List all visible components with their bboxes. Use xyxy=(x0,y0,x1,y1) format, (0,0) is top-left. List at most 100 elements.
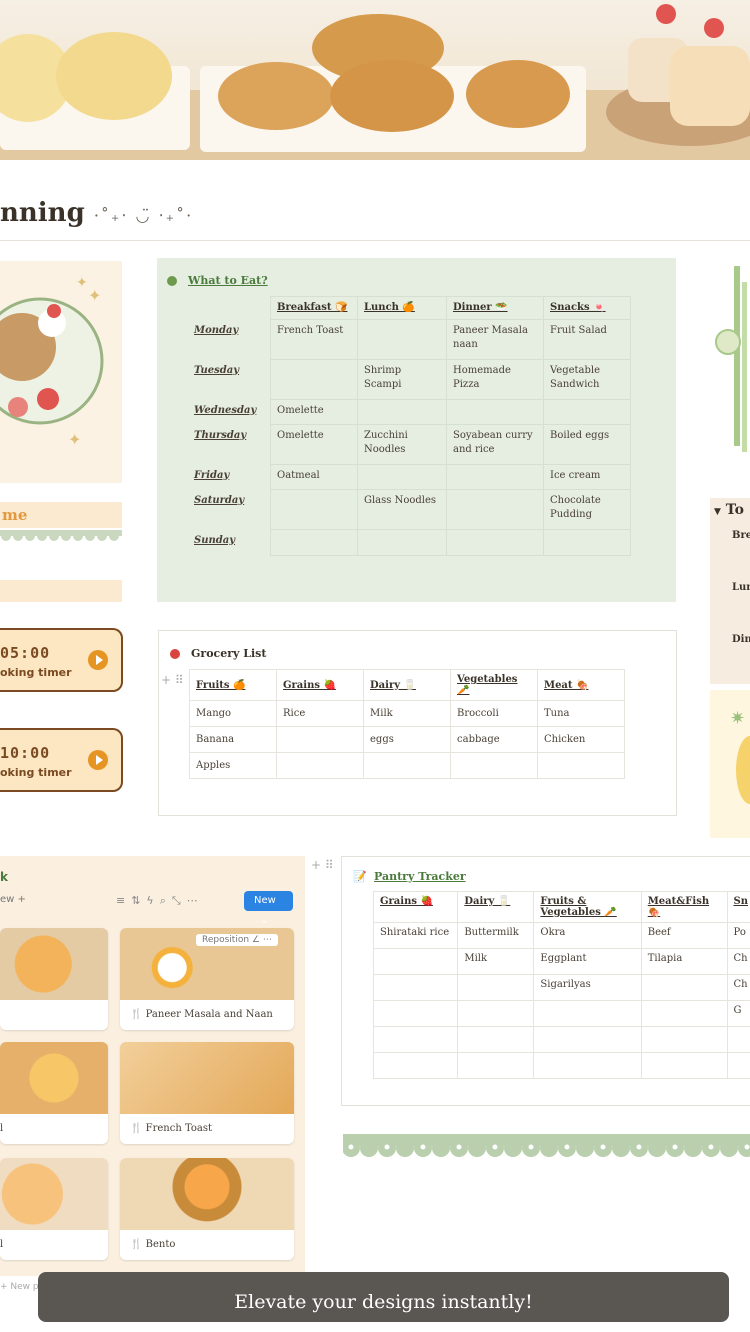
table-cell[interactable] xyxy=(533,1026,642,1053)
table-cell[interactable] xyxy=(543,399,631,425)
column-header[interactable]: Meat&Fish 🍖 xyxy=(640,891,728,923)
column-header[interactable]: Dinner 🥗 xyxy=(446,296,544,320)
table-cell[interactable] xyxy=(446,464,544,490)
table-cell[interactable]: Beef xyxy=(640,922,728,949)
table-cell[interactable] xyxy=(270,359,358,400)
table-cell[interactable] xyxy=(446,529,544,556)
table-cell[interactable] xyxy=(640,974,728,1001)
new-page-button[interactable]: + New p xyxy=(0,1282,39,1292)
table-cell[interactable] xyxy=(543,529,631,556)
table-cell[interactable]: Milk xyxy=(457,948,535,975)
column-header[interactable]: Dairy 🥛 xyxy=(363,669,451,701)
table-cell[interactable] xyxy=(372,1000,459,1027)
table-cell[interactable]: Tilapia xyxy=(640,948,728,975)
table-cell[interactable] xyxy=(457,1026,535,1053)
table-cell[interactable] xyxy=(276,752,364,779)
table-cell[interactable] xyxy=(640,1026,728,1053)
table-cell[interactable]: Zucchini Noodles xyxy=(357,424,447,465)
table-cell[interactable] xyxy=(372,974,459,1001)
toggle-item[interactable]: Lun xyxy=(732,582,750,593)
table-cell[interactable]: Sigarilyas xyxy=(533,974,642,1001)
table-cell[interactable]: Banana xyxy=(189,726,277,753)
table-cell[interactable] xyxy=(276,726,364,753)
table-cell[interactable]: Oatmeal xyxy=(270,464,358,490)
toggle-title[interactable]: ▼ To xyxy=(714,502,744,518)
table-cell[interactable]: Milk xyxy=(363,700,451,727)
table-cell[interactable] xyxy=(270,489,358,530)
table-cell[interactable]: Ch xyxy=(726,974,750,1001)
view-tab[interactable]: ew + xyxy=(0,894,26,905)
table-cell[interactable]: Glass Noodles xyxy=(357,489,447,530)
recipe-card[interactable]: l xyxy=(0,1158,108,1260)
table-cell[interactable]: G xyxy=(726,1000,750,1027)
table-cell[interactable] xyxy=(533,1052,642,1079)
table-cell[interactable]: Po xyxy=(726,922,750,949)
table-cell[interactable] xyxy=(357,529,447,556)
table-cell[interactable]: Mango xyxy=(189,700,277,727)
table-cell[interactable]: Ice cream xyxy=(543,464,631,490)
triangle-down-icon[interactable]: ▼ xyxy=(714,507,721,517)
table-cell[interactable] xyxy=(537,752,625,779)
table-cell[interactable] xyxy=(726,1052,750,1079)
column-header[interactable]: Sn xyxy=(726,891,750,923)
recipe-card[interactable]: 🍴 French Toast xyxy=(120,1042,294,1144)
table-cell[interactable]: Rice xyxy=(276,700,364,727)
table-cell[interactable] xyxy=(457,974,535,1001)
table-cell[interactable]: Homemade Pizza xyxy=(446,359,544,400)
recipe-card[interactable]: l xyxy=(0,1042,108,1144)
play-icon[interactable] xyxy=(88,650,108,670)
table-cell[interactable] xyxy=(446,399,544,425)
table-cell[interactable] xyxy=(457,1052,535,1079)
section-title[interactable]: Pantry Tracker xyxy=(374,870,466,883)
table-cell[interactable]: Omelette xyxy=(270,399,358,425)
cooking-timer-5[interactable]: 05:00 oking timer xyxy=(0,628,123,692)
table-cell[interactable] xyxy=(450,752,538,779)
table-cell[interactable]: Buttermilk xyxy=(457,922,535,949)
table-cell[interactable] xyxy=(457,1000,535,1027)
recipe-card[interactable]: Reposition ∠ ⋯ 🍴 Paneer Masala and Naan xyxy=(120,928,294,1030)
table-cell[interactable] xyxy=(726,1026,750,1053)
table-cell[interactable]: Vegetable Sandwich xyxy=(543,359,631,400)
table-cell[interactable]: Soyabean curry and rice xyxy=(446,424,544,465)
column-header[interactable]: Fruits & Vegetables 🥕 xyxy=(533,891,642,923)
add-block-handle[interactable]: + ⠿ xyxy=(311,858,334,872)
table-cell[interactable]: Paneer Masala naan xyxy=(446,319,544,360)
toggle-item[interactable]: Bre xyxy=(732,530,750,541)
play-icon[interactable] xyxy=(88,750,108,770)
column-header[interactable]: Snacks 🍬 xyxy=(543,296,631,320)
reposition-button[interactable]: Reposition ∠ ⋯ xyxy=(196,934,278,946)
table-cell[interactable]: eggs xyxy=(363,726,451,753)
table-cell[interactable]: Broccoli xyxy=(450,700,538,727)
section-title[interactable]: What to Eat? xyxy=(188,274,268,287)
table-cell[interactable]: Chocolate Pudding xyxy=(543,489,631,530)
table-cell[interactable] xyxy=(372,1052,459,1079)
table-cell[interactable] xyxy=(357,319,447,360)
table-cell[interactable]: Ch xyxy=(726,948,750,975)
column-header[interactable]: Vegetables 🥕 xyxy=(450,669,538,701)
add-row-handle[interactable]: + ⠿ xyxy=(161,673,184,687)
column-header[interactable]: Grains 🍓 xyxy=(276,669,364,701)
section-title[interactable]: Grocery List xyxy=(191,647,266,660)
table-cell[interactable]: Shirataki rice xyxy=(372,922,459,949)
recipe-card[interactable]: 🍴 Bento xyxy=(120,1158,294,1260)
table-cell[interactable]: Tuna xyxy=(537,700,625,727)
table-cell[interactable]: Chicken xyxy=(537,726,625,753)
column-header[interactable]: Breakfast 🍞 xyxy=(270,296,358,320)
toolbar-icons[interactable]: ≡⇅ϟ⌕⤡⋯ xyxy=(116,894,204,908)
table-cell[interactable] xyxy=(640,1052,728,1079)
column-header[interactable]: Lunch 🍊 xyxy=(357,296,447,320)
column-header[interactable]: Dairy 🥛 xyxy=(457,891,535,923)
table-cell[interactable]: Fruit Salad xyxy=(543,319,631,360)
toggle-item[interactable]: Din xyxy=(732,634,750,645)
new-button[interactable]: New ⌄ xyxy=(244,891,293,926)
table-cell[interactable]: Eggplant xyxy=(533,948,642,975)
table-cell[interactable] xyxy=(446,489,544,530)
table-cell[interactable] xyxy=(372,948,459,975)
table-cell[interactable] xyxy=(533,1000,642,1027)
recipe-card[interactable] xyxy=(0,928,108,1030)
column-header[interactable]: Fruits 🍊 xyxy=(189,669,277,701)
table-cell[interactable]: Okra xyxy=(533,922,642,949)
table-cell[interactable]: Shrimp Scampi xyxy=(357,359,447,400)
column-header[interactable]: Meat 🍖 xyxy=(537,669,625,701)
table-cell[interactable] xyxy=(270,529,358,556)
